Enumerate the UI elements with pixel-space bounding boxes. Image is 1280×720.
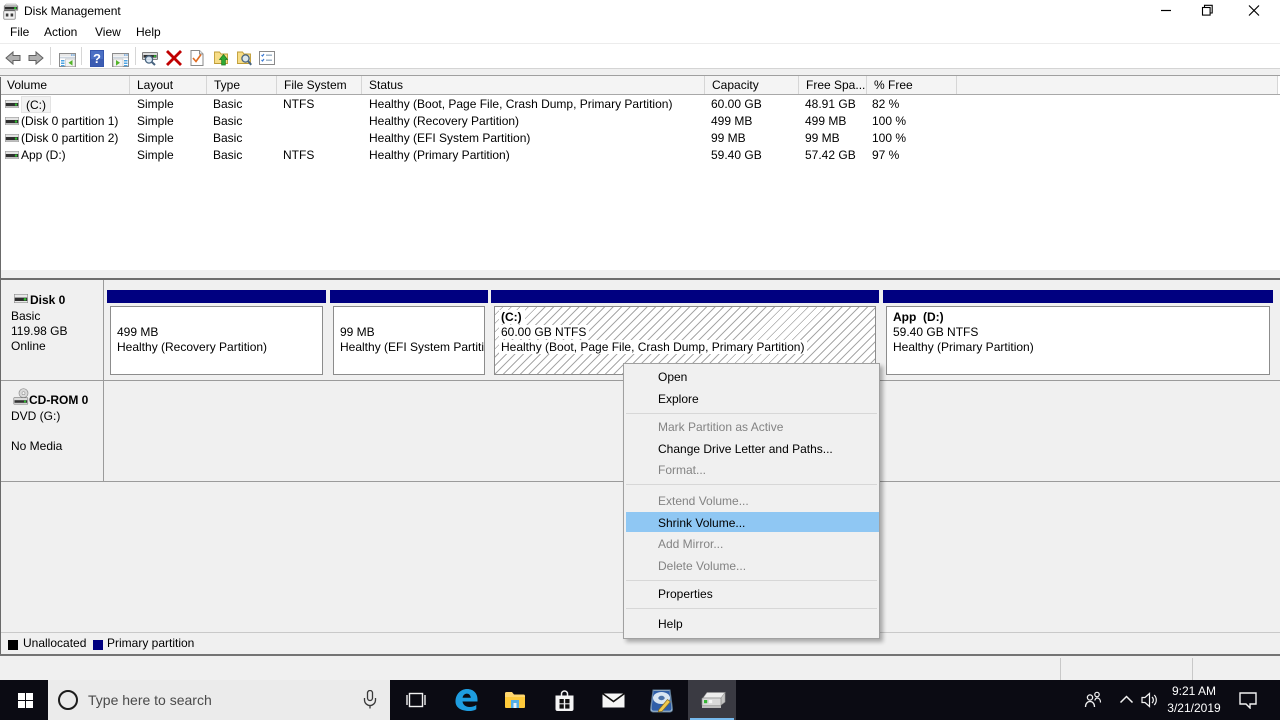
svg-text:?: ? <box>93 51 101 66</box>
